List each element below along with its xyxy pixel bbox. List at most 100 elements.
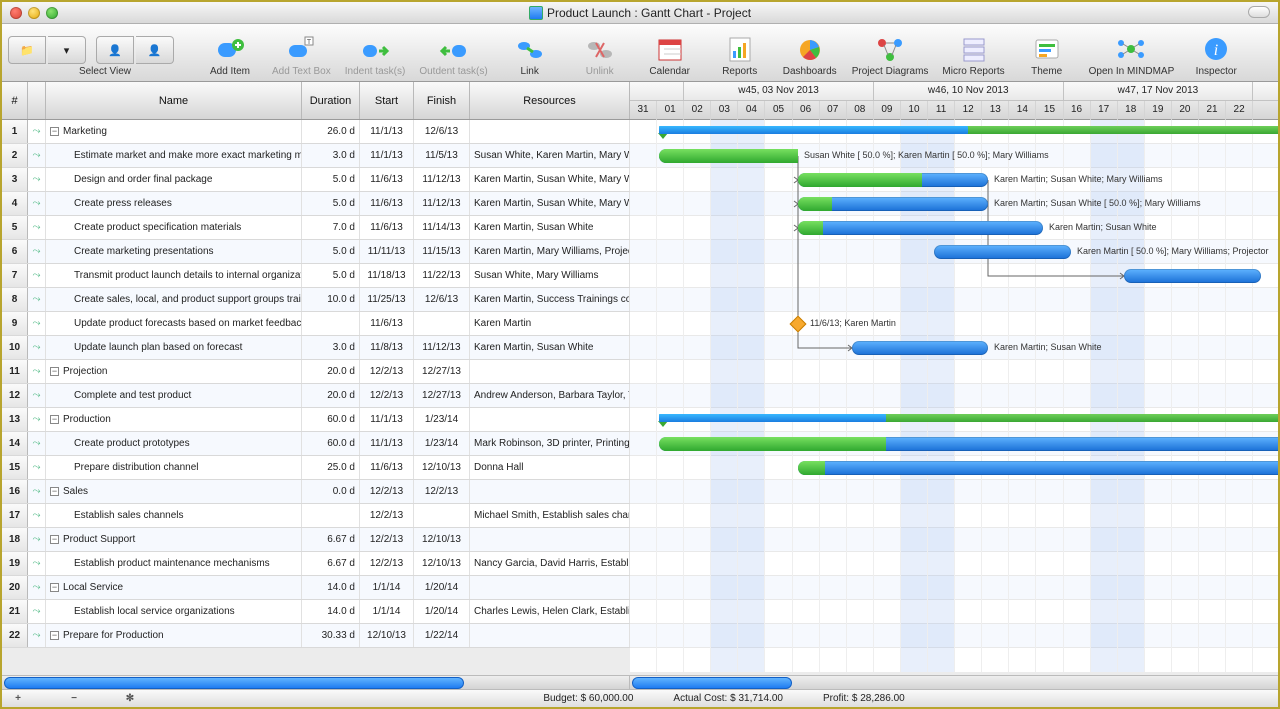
task-duration[interactable]: 6.67 d <box>302 528 360 551</box>
toolbar-toggle-icon[interactable] <box>1248 6 1270 18</box>
table-row[interactable]: 17⤳Establish sales channels12/2/13Michae… <box>2 504 630 528</box>
task-finish[interactable]: 1/22/14 <box>414 624 470 647</box>
task-finish[interactable]: 12/6/13 <box>414 120 470 143</box>
task-duration[interactable]: 30.33 d <box>302 624 360 647</box>
task-duration[interactable]: 60.0 d <box>302 432 360 455</box>
task-bar[interactable] <box>852 341 988 355</box>
header-finish[interactable]: Finish <box>414 82 470 119</box>
task-start[interactable]: 11/1/13 <box>360 408 414 431</box>
collapse-icon[interactable]: − <box>50 487 59 496</box>
task-duration[interactable]: 6.67 d <box>302 552 360 575</box>
task-duration[interactable]: 25.0 d <box>302 456 360 479</box>
task-duration[interactable]: 5.0 d <box>302 168 360 191</box>
inspector-button[interactable]: iInspector <box>1188 34 1244 77</box>
table-row[interactable]: 10⤳Update launch plan based on forecast3… <box>2 336 630 360</box>
remove-row-button[interactable]: − <box>66 692 82 706</box>
task-resources[interactable]: Susan White, Mary Williams <box>470 264 630 287</box>
header-duration[interactable]: Duration <box>302 82 360 119</box>
table-row[interactable]: 18⤳−Product Support6.67 d12/2/1312/10/13 <box>2 528 630 552</box>
task-name[interactable]: −Local Service <box>46 576 302 599</box>
task-resources[interactable] <box>470 528 630 551</box>
task-duration[interactable]: 60.0 d <box>302 408 360 431</box>
task-finish[interactable]: 12/10/13 <box>414 552 470 575</box>
task-name[interactable]: Complete and test product <box>46 384 302 407</box>
task-name[interactable]: Transmit product launch details to inter… <box>46 264 302 287</box>
task-duration[interactable] <box>302 312 360 335</box>
task-duration[interactable]: 14.0 d <box>302 600 360 623</box>
task-finish[interactable]: 12/6/13 <box>414 288 470 311</box>
task-start[interactable]: 11/11/13 <box>360 240 414 263</box>
task-finish[interactable] <box>414 312 470 335</box>
task-duration[interactable]: 26.0 d <box>302 120 360 143</box>
table-row[interactable]: 1⤳−Marketing26.0 d11/1/1312/6/13 <box>2 120 630 144</box>
task-start[interactable]: 11/6/13 <box>360 312 414 335</box>
task-table[interactable]: 1⤳−Marketing26.0 d11/1/1312/6/132⤳Estima… <box>2 120 630 672</box>
task-finish[interactable]: 12/27/13 <box>414 384 470 407</box>
task-finish[interactable]: 12/27/13 <box>414 360 470 383</box>
task-name[interactable]: Create sales, local, and product support… <box>46 288 302 311</box>
project-diagrams-button[interactable]: Project Diagrams <box>852 34 929 77</box>
view-user-a-button[interactable]: 👤 <box>96 36 134 64</box>
task-start[interactable]: 11/18/13 <box>360 264 414 287</box>
reports-button[interactable]: Reports <box>712 34 768 77</box>
task-finish[interactable]: 12/10/13 <box>414 456 470 479</box>
task-bar[interactable] <box>659 437 1278 451</box>
task-start[interactable]: 1/1/14 <box>360 576 414 599</box>
theme-button[interactable]: Theme <box>1019 34 1075 77</box>
task-resources[interactable] <box>470 624 630 647</box>
table-row[interactable]: 4⤳Create press releases5.0 d11/6/1311/12… <box>2 192 630 216</box>
task-finish[interactable]: 1/23/14 <box>414 432 470 455</box>
indent-tasks-button[interactable]: Indent task(s) <box>345 34 406 77</box>
task-resources[interactable]: Donna Hall <box>470 456 630 479</box>
task-resources[interactable]: Michael Smith, Establish sales channels <box>470 504 630 527</box>
task-name[interactable]: Create product specification materials <box>46 216 302 239</box>
task-name[interactable]: −Projection <box>46 360 302 383</box>
task-name[interactable]: Create press releases <box>46 192 302 215</box>
task-start[interactable]: 12/2/13 <box>360 504 414 527</box>
task-finish[interactable]: 1/20/14 <box>414 576 470 599</box>
task-start[interactable]: 12/2/13 <box>360 480 414 503</box>
task-duration[interactable]: 20.0 d <box>302 384 360 407</box>
task-start[interactable]: 11/6/13 <box>360 216 414 239</box>
task-finish[interactable] <box>414 504 470 527</box>
add-item-button[interactable]: Add Item <box>202 34 258 77</box>
task-bar[interactable] <box>798 173 988 187</box>
task-finish[interactable]: 11/12/13 <box>414 168 470 191</box>
task-resources[interactable]: Karen Martin, Susan White, Mary Williams <box>470 192 630 215</box>
task-start[interactable]: 12/2/13 <box>360 528 414 551</box>
task-name[interactable]: −Production <box>46 408 302 431</box>
task-name[interactable]: Estimate market and make more exact mark… <box>46 144 302 167</box>
task-name[interactable]: Create marketing presentations <box>46 240 302 263</box>
task-finish[interactable]: 11/12/13 <box>414 336 470 359</box>
task-bar[interactable] <box>1124 269 1261 283</box>
task-start[interactable]: 12/2/13 <box>360 384 414 407</box>
table-row[interactable]: 9⤳Update product forecasts based on mark… <box>2 312 630 336</box>
task-start[interactable]: 11/6/13 <box>360 192 414 215</box>
collapse-icon[interactable]: − <box>50 535 59 544</box>
task-finish[interactable]: 1/23/14 <box>414 408 470 431</box>
table-row[interactable]: 2⤳Estimate market and make more exact ma… <box>2 144 630 168</box>
summary-bar[interactable] <box>659 414 1278 422</box>
task-name[interactable]: Update product forecasts based on market… <box>46 312 302 335</box>
task-resources[interactable]: Charles Lewis, Helen Clark, Establish se… <box>470 600 630 623</box>
table-row[interactable]: 3⤳Design and order final package5.0 d11/… <box>2 168 630 192</box>
task-resources[interactable]: Nancy Garcia, David Harris, Establish ma… <box>470 552 630 575</box>
view-folder-button[interactable]: 📁 <box>8 36 46 64</box>
task-start[interactable]: 11/1/13 <box>360 432 414 455</box>
table-row[interactable]: 12⤳Complete and test product20.0 d12/2/1… <box>2 384 630 408</box>
gantt-chart[interactable]: Susan White [ 50.0 %]; Karen Martin [ 50… <box>630 120 1278 672</box>
task-start[interactable]: 11/25/13 <box>360 288 414 311</box>
collapse-icon[interactable]: − <box>50 583 59 592</box>
task-duration[interactable]: 5.0 d <box>302 264 360 287</box>
open-in-mindmap-button[interactable]: Open In MINDMAP <box>1089 34 1175 77</box>
table-row[interactable]: 21⤳Establish local service organizations… <box>2 600 630 624</box>
task-bar[interactable] <box>798 461 1278 475</box>
task-start[interactable]: 12/2/13 <box>360 552 414 575</box>
task-resources[interactable]: Susan White, Karen Martin, Mary Williams <box>470 144 630 167</box>
task-resources[interactable]: Andrew Anderson, Barbara Taylor, Thomas … <box>470 384 630 407</box>
task-name[interactable]: −Prepare for Production <box>46 624 302 647</box>
table-row[interactable]: 22⤳−Prepare for Production30.33 d12/10/1… <box>2 624 630 648</box>
table-row[interactable]: 16⤳−Sales0.0 d12/2/1312/2/13 <box>2 480 630 504</box>
outdent-tasks-button[interactable]: Outdent task(s) <box>419 34 487 77</box>
header-number[interactable]: # <box>2 82 28 119</box>
